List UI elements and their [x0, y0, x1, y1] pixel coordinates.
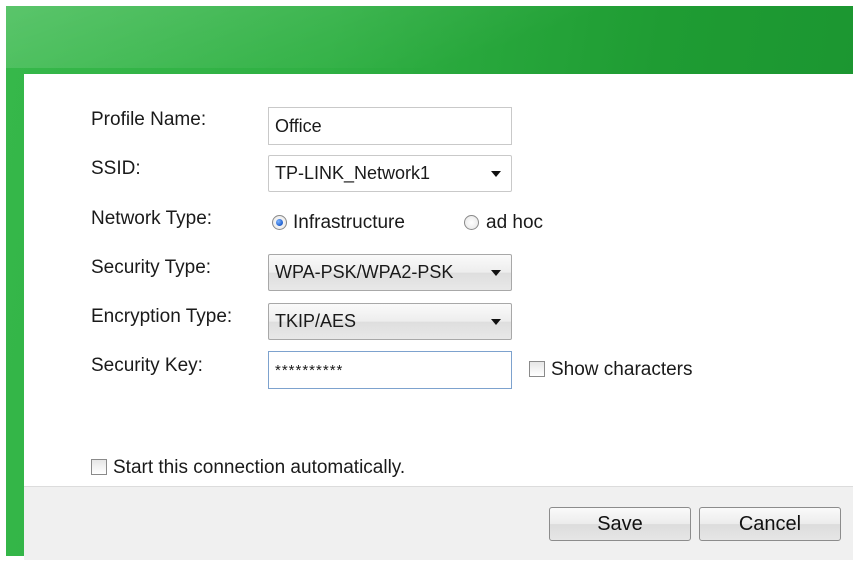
ad-hoc-radio[interactable]	[464, 215, 479, 230]
button-bar: Save Cancel	[24, 486, 853, 560]
ssid-combobox[interactable]: TP-LINK_Network1	[268, 155, 512, 192]
security-type-label: Security Type:	[91, 257, 212, 278]
cancel-button[interactable]: Cancel	[699, 507, 841, 541]
infrastructure-radio-label[interactable]: Infrastructure	[293, 212, 405, 234]
security-key-label: Security Key:	[91, 355, 203, 376]
profile-form-panel: Profile Name: Office SSID: TP-LINK_Netwo…	[24, 74, 853, 560]
ssid-label: SSID:	[91, 158, 141, 179]
profile-name-input[interactable]: Office	[268, 107, 512, 145]
ad-hoc-radio-label[interactable]: ad hoc	[486, 212, 543, 234]
auto-start-label[interactable]: Start this connection automatically.	[113, 457, 405, 479]
security-type-dropdown[interactable]: WPA-PSK/WPA2-PSK	[268, 254, 512, 291]
auto-start-checkbox[interactable]	[91, 459, 107, 475]
chevron-down-icon	[491, 269, 501, 276]
chevron-down-icon	[491, 170, 501, 177]
show-characters-label[interactable]: Show characters	[551, 359, 693, 381]
ssid-value: TP-LINK_Network1	[275, 163, 431, 183]
security-type-value: WPA-PSK/WPA2-PSK	[275, 262, 454, 282]
encryption-type-value: TKIP/AES	[275, 311, 357, 331]
network-type-label: Network Type:	[91, 208, 213, 229]
window-frame: Profile Name: Office SSID: TP-LINK_Netwo…	[6, 6, 853, 560]
security-key-input[interactable]: **********	[268, 351, 512, 389]
chevron-down-icon	[491, 318, 501, 325]
infrastructure-radio[interactable]	[272, 215, 287, 230]
save-button[interactable]: Save	[549, 507, 691, 541]
encryption-type-dropdown[interactable]: TKIP/AES	[268, 303, 512, 340]
radio-selected-dot	[276, 219, 283, 226]
profile-name-label: Profile Name:	[91, 109, 207, 130]
encryption-type-label: Encryption Type:	[91, 306, 233, 327]
show-characters-checkbox[interactable]	[529, 361, 545, 377]
